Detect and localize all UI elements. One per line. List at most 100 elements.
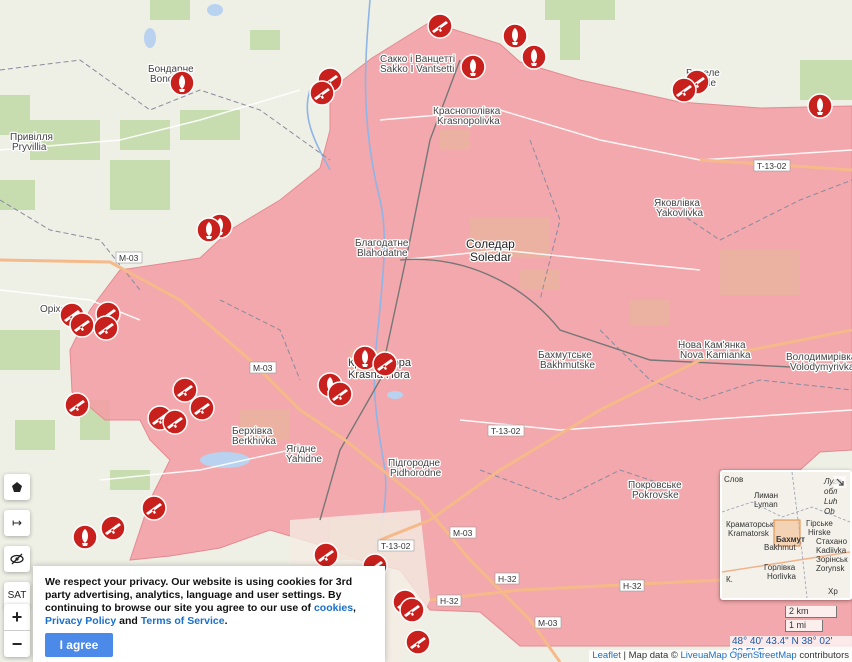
svg-text:Pryvillia: Pryvillia [12, 142, 47, 153]
place-label-sakko: Сакко і Ванцетті Sakko I Vantsetti [379, 53, 457, 77]
measure-button[interactable]: ↦ [4, 510, 30, 536]
svg-text:Ob: Ob [824, 507, 835, 516]
cookie-end: . [224, 615, 228, 627]
svg-text:M-03: M-03 [453, 528, 473, 538]
shooting-event-marker[interactable] [172, 377, 198, 403]
svg-text:Lyman: Lyman [754, 500, 778, 509]
svg-text:M-03: M-03 [538, 618, 558, 628]
liveuamap-link[interactable]: LiveuaMap [681, 650, 727, 661]
svg-text:Лиман: Лиман [754, 491, 778, 500]
cookies-link[interactable]: cookies [314, 602, 353, 614]
road-label-h32-a: H-32 [494, 572, 520, 585]
scale-mi: 1 mi [785, 620, 823, 632]
svg-text:Zorynsk: Zorynsk [816, 564, 845, 573]
zoom-in-button[interactable]: + [4, 604, 30, 630]
svg-text:H-32: H-32 [498, 574, 517, 584]
leaflet-link[interactable]: Leaflet [592, 650, 621, 661]
road-label-h32-b: H-32 [619, 579, 645, 592]
svg-text:Hirske: Hirske [808, 528, 831, 537]
road-label-h32-c: H-32 [436, 594, 462, 607]
draw-polygon-button[interactable] [4, 474, 30, 500]
svg-text:M-03: M-03 [119, 253, 139, 263]
road-label-m03-b: M-03 [249, 361, 277, 374]
svg-text:T-13-02: T-13-02 [491, 426, 521, 436]
svg-text:Luh: Luh [824, 497, 838, 506]
svg-text:Краматорськ: Краматорськ [726, 520, 774, 529]
svg-text:обл: обл [824, 487, 838, 496]
place-label-bakhmutske: Бахмутське Bakhmutske [537, 349, 597, 373]
shooting-event-marker[interactable] [399, 597, 425, 623]
svg-text:H-32: H-32 [440, 596, 459, 606]
shooting-event-marker[interactable] [93, 315, 119, 341]
road-label-m03-d: M-03 [534, 616, 562, 629]
minimap-canvas: Слов Лиман Lyman Краматорськ Kramatorsk … [722, 472, 850, 598]
svg-text:T-13-02: T-13-02 [757, 161, 787, 171]
cookie-banner: We respect your privacy. Our website is … [33, 566, 385, 662]
shelling-event-marker[interactable] [521, 44, 547, 70]
shooting-event-marker[interactable] [189, 395, 215, 421]
cookie-sep-2: and [116, 615, 141, 627]
shelling-event-marker[interactable] [807, 93, 833, 119]
svg-text:Berkhivka: Berkhivka [232, 436, 276, 447]
measure-icon: ↦ [11, 516, 23, 530]
map-tools: ↦ SAT [4, 474, 30, 608]
shooting-event-marker[interactable] [162, 409, 188, 435]
shelling-event-marker[interactable] [460, 54, 486, 80]
shooting-event-marker[interactable] [671, 77, 697, 103]
shooting-event-marker[interactable] [405, 629, 431, 655]
shooting-event-marker[interactable] [372, 351, 398, 377]
svg-text:Volodymyrivka: Volodymyrivka [790, 362, 852, 373]
terms-link[interactable]: Terms of Service [141, 615, 225, 627]
svg-text:T-13-02: T-13-02 [381, 541, 411, 551]
scale-km: 2 km [785, 606, 837, 618]
shelling-event-marker[interactable] [72, 524, 98, 550]
place-label-volodymyrivka: Володимирівка Volodymyrivka [785, 351, 852, 375]
place-label-berkhivka: Берхівка Berkhivka [231, 425, 278, 449]
shooting-event-marker[interactable] [427, 13, 453, 39]
shelling-event-marker[interactable] [169, 70, 195, 96]
svg-text:Хр: Хр [828, 587, 838, 596]
svg-text:Pidhorodne: Pidhorodne [390, 468, 442, 479]
shelling-event-marker[interactable] [502, 23, 528, 49]
place-label-krasnopolivka: Краснополівка Krasnopolivka [432, 105, 502, 129]
cookie-text-body: We respect your privacy. Our website is … [45, 576, 353, 614]
shooting-event-marker[interactable] [141, 495, 167, 521]
road-label-t1302-c: T-13-02 [377, 539, 415, 552]
svg-text:Kramatorsk: Kramatorsk [728, 529, 770, 538]
svg-text:Pokrovske: Pokrovske [632, 490, 679, 501]
minimap-collapse-icon[interactable] [834, 476, 846, 488]
place-label-pokrovske: Покровське Pokrovske [627, 479, 684, 503]
shooting-event-marker[interactable] [313, 542, 339, 568]
shooting-event-marker[interactable] [327, 381, 353, 407]
shelling-event-marker[interactable] [196, 217, 222, 243]
polygon-icon [12, 482, 22, 492]
shooting-event-marker[interactable] [309, 80, 335, 106]
svg-text:Bakhmut: Bakhmut [764, 543, 796, 552]
svg-text:Соледар: Соледар [466, 237, 515, 251]
svg-text:Sakko I Vantsetti: Sakko I Vantsetti [380, 64, 454, 75]
svg-text:Krasnopolivka: Krasnopolivka [437, 116, 500, 127]
place-label-blahodatne: Благодатне Blahodatne [354, 237, 410, 261]
place-label-soledar: Соледар Soledar [465, 236, 517, 266]
road-label-m03-c: M-03 [449, 526, 477, 539]
road-label-t1302-a: T-13-02 [753, 159, 791, 172]
shooting-event-marker[interactable] [100, 515, 126, 541]
road-label-m03-a: M-03 [115, 251, 143, 264]
osm-link[interactable]: OpenStreetMap [730, 650, 797, 661]
place-label-nova-kamianka: Нова Кам'янка Nova Kamianka [677, 339, 753, 363]
svg-text:Kadiivka: Kadiivka [816, 546, 847, 555]
hide-layer-button[interactable] [4, 546, 30, 572]
privacy-policy-link[interactable]: Privacy Policy [45, 615, 116, 627]
shooting-event-marker[interactable] [69, 312, 95, 338]
svg-text:Слов: Слов [724, 475, 743, 484]
zoom-out-button[interactable]: − [4, 630, 30, 657]
svg-text:Yahidne: Yahidne [286, 454, 322, 465]
agree-button[interactable]: I agree [45, 633, 113, 657]
cookie-text: We respect your privacy. Our website is … [45, 576, 373, 628]
overview-minimap[interactable]: Слов Лиман Lyman Краматорськ Kramatorsk … [720, 470, 852, 600]
eye-off-icon [10, 553, 24, 565]
shooting-event-marker[interactable] [64, 392, 90, 418]
svg-text:M-03: M-03 [253, 363, 273, 373]
attrib-contributors: contributors [796, 650, 849, 661]
svg-text:Bakhmutske: Bakhmutske [540, 360, 595, 371]
